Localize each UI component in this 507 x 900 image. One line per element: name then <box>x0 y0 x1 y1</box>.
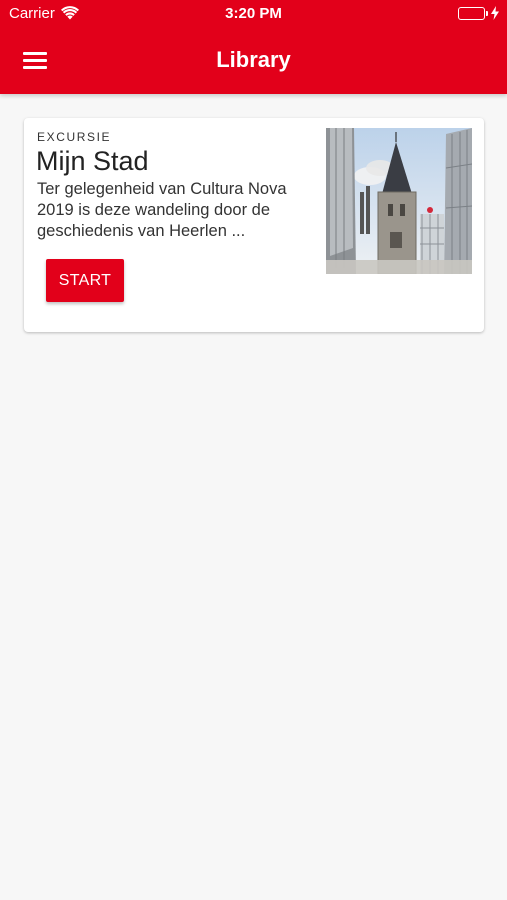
card-title: Mijn Stad <box>36 146 149 176</box>
charging-bolt-icon <box>491 6 499 25</box>
status-bar: Carrier 3:20 PM <box>0 0 507 28</box>
battery-icon <box>458 7 488 20</box>
church-tower-photo <box>326 128 472 274</box>
card-description: Ter gelegenheid van Cultura Nova 2019 is… <box>37 180 287 240</box>
app-header: Carrier 3:20 PM Library <box>0 0 507 94</box>
card-category: EXCURSIE <box>37 130 112 144</box>
library-screen: Carrier 3:20 PM Library EXCURSIE Mijn St… <box>0 0 507 900</box>
clock: 3:20 PM <box>225 5 282 22</box>
excursion-card[interactable]: EXCURSIE Mijn Stad Ter gelegenheid van C… <box>24 118 484 332</box>
page-title: Library <box>216 47 291 72</box>
start-button[interactable]: START <box>46 259 124 302</box>
